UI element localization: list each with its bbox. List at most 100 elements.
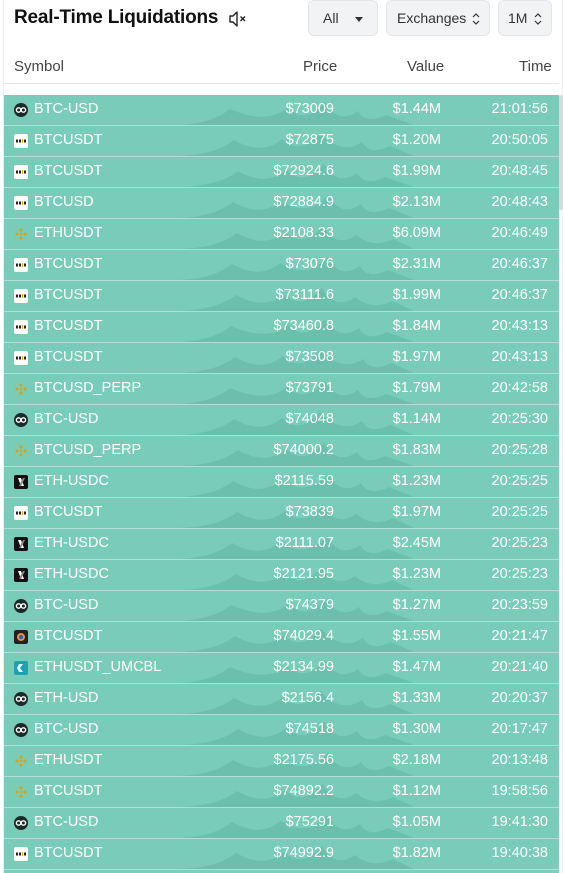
table-row[interactable]: BTCUSD_PERP $73791 $1.79M 20:42:58 bbox=[4, 374, 559, 405]
table-row[interactable]: BTC-USD $75291 $1.05M 19:41:30 bbox=[4, 808, 559, 839]
row-symbol: BTCUSD_PERP bbox=[34, 442, 142, 458]
row-time: 20:46:37 bbox=[491, 256, 548, 272]
column-header-symbol[interactable]: Symbol bbox=[14, 58, 64, 80]
binance-icon bbox=[14, 785, 28, 799]
speaker-muted-icon[interactable] bbox=[228, 10, 248, 28]
table-row[interactable]: BTCUSDT $73839 $1.97M 20:25:25 bbox=[4, 498, 559, 529]
row-price: $73508 bbox=[285, 349, 334, 365]
row-value: $1.27M bbox=[392, 597, 441, 613]
table-row[interactable]: BTCUSDT $73508 $1.97M 20:43:13 bbox=[4, 343, 559, 374]
bybit-icon bbox=[14, 196, 28, 210]
row-value: $1.05M bbox=[392, 814, 441, 830]
row-time: 20:48:43 bbox=[491, 194, 548, 210]
row-symbol: ETH-USDC bbox=[34, 473, 109, 489]
row-symbol: ETHUSDT bbox=[34, 225, 103, 241]
gate-icon bbox=[14, 630, 28, 644]
okx-icon bbox=[14, 692, 28, 706]
row-time: 20:43:13 bbox=[491, 318, 548, 334]
row-value: $1.55M bbox=[392, 628, 441, 644]
caret-down-icon bbox=[355, 17, 363, 22]
row-time: 20:25:23 bbox=[491, 535, 548, 551]
row-time: 20:25:25 bbox=[491, 473, 548, 489]
row-time: 20:25:25 bbox=[491, 504, 548, 520]
table-row[interactable]: BTCUSD $72884.9 $2.13M 20:48:43 bbox=[4, 188, 559, 219]
bybit-icon bbox=[14, 289, 28, 303]
row-value: $1.20M bbox=[392, 132, 441, 148]
table-row[interactable]: BTC-USD $74379 $1.27M 20:23:59 bbox=[4, 591, 559, 622]
row-symbol: ETH-USDC bbox=[34, 566, 109, 582]
column-header-value[interactable]: Value bbox=[407, 58, 444, 80]
table-row[interactable]: BTCUSDT $72924.6 $1.99M 20:48:45 bbox=[4, 157, 559, 188]
bybit-icon bbox=[14, 847, 28, 861]
table-row[interactable]: BTCUSDT $74992.9 $1.82M 19:40:38 bbox=[4, 839, 559, 870]
row-time: 20:42:58 bbox=[491, 380, 548, 396]
timeframe-label: 1M bbox=[508, 10, 528, 26]
row-value: $1.12M bbox=[392, 783, 441, 799]
row-value: $1.23M bbox=[392, 566, 441, 582]
row-value: $1.84M bbox=[392, 318, 441, 334]
table-row[interactable]: BTCUSDT $73111.6 $1.99M 20:46:37 bbox=[4, 281, 559, 312]
binance-icon bbox=[14, 444, 28, 458]
table-row[interactable]: BTCUSD_PERP $74000.2 $1.83M 20:25:28 bbox=[4, 436, 559, 467]
table-row[interactable]: BTC-USD $74518 $1.30M 20:17:47 bbox=[4, 715, 559, 746]
table-row[interactable]: ETHUSDT_UMCBL $2134.99 $1.47M 20:21:40 bbox=[4, 653, 559, 684]
table-row[interactable]: ETH-USDC $2111.07 $2.45M 20:25:23 bbox=[4, 529, 559, 560]
table-row[interactable]: ETH-USDC $2121.95 $1.23M 20:25:23 bbox=[4, 560, 559, 591]
table-row[interactable]: BTCUSDT $74892.2 $1.12M 19:58:56 bbox=[4, 777, 559, 808]
table-row[interactable]: ETHUSDT $2175.56 $2.18M 20:13:48 bbox=[4, 746, 559, 777]
row-price: $75291 bbox=[285, 814, 334, 830]
column-header-price[interactable]: Price bbox=[303, 58, 337, 80]
row-time: 21:01:56 bbox=[491, 101, 548, 117]
okx-icon bbox=[14, 599, 28, 613]
row-symbol: BTCUSDT bbox=[34, 845, 103, 861]
row-value: $1.44M bbox=[392, 101, 441, 117]
row-symbol: BTCUSDT bbox=[34, 628, 103, 644]
row-value: $2.45M bbox=[392, 535, 441, 551]
table-row[interactable]: ETH-USD $2156.4 $1.33M 20:20:37 bbox=[4, 684, 559, 715]
row-time: 20:21:47 bbox=[491, 628, 548, 644]
column-header-time[interactable]: Time bbox=[519, 58, 552, 80]
header-divider bbox=[4, 83, 559, 84]
row-value: $1.23M bbox=[392, 473, 441, 489]
okx-icon bbox=[14, 413, 28, 427]
bybit-icon bbox=[14, 165, 28, 179]
table-row[interactable]: BTCUSDT $74029.4 $1.55M 20:21:47 bbox=[4, 622, 559, 653]
row-price: $73791 bbox=[285, 380, 334, 396]
row-value: $2.31M bbox=[392, 256, 441, 272]
table-row[interactable]: BTC-USD $73009 $1.44M 21:01:56 bbox=[4, 95, 559, 126]
table-row[interactable]: BTC-USD $74048 $1.14M 20:25:30 bbox=[4, 405, 559, 436]
row-price: $2115.59 bbox=[274, 473, 334, 489]
timeframe-dropdown[interactable]: 1M bbox=[498, 0, 552, 36]
liquidations-table: BTC-USD $73009 $1.44M 21:01:56 BTCUSDT $72875… bbox=[4, 95, 559, 873]
row-price: $72924.6 bbox=[273, 163, 334, 179]
row-symbol: BTCUSD bbox=[34, 194, 94, 210]
row-price: $2156.4 bbox=[281, 690, 334, 706]
dydx-icon bbox=[14, 568, 28, 582]
table-row[interactable]: BTCUSDT $72875 $1.20M 20:50:05 bbox=[4, 126, 559, 157]
row-price: $72875 bbox=[285, 132, 334, 148]
dydx-icon bbox=[14, 537, 28, 551]
exchanges-dropdown[interactable]: Exchanges bbox=[386, 0, 490, 36]
row-time: 20:43:13 bbox=[491, 349, 548, 365]
row-symbol: BTC-USD bbox=[34, 411, 99, 427]
row-symbol: BTCUSDT bbox=[34, 783, 103, 799]
filter-all-dropdown[interactable]: All bbox=[308, 0, 378, 36]
binance-icon bbox=[14, 382, 28, 396]
table-row[interactable]: ETHUSDT $2108.33 $6.09M 20:46:49 bbox=[4, 219, 559, 250]
row-time: 20:20:37 bbox=[491, 690, 548, 706]
row-value: $1.47M bbox=[392, 659, 441, 675]
row-time: 20:46:37 bbox=[491, 287, 548, 303]
row-symbol: BTCUSDT bbox=[34, 132, 103, 148]
row-value: $1.99M bbox=[392, 287, 441, 303]
up-down-chevron-icon bbox=[472, 13, 480, 25]
table-row[interactable]: BTCUSDT $73460.8 $1.84M 20:43:13 bbox=[4, 312, 559, 343]
dydx-icon bbox=[14, 475, 28, 489]
row-price: $74379 bbox=[285, 597, 334, 613]
row-time: 20:25:28 bbox=[491, 442, 548, 458]
scrollbar[interactable] bbox=[559, 95, 563, 210]
row-value: $1.14M bbox=[392, 411, 441, 427]
table-row[interactable]: BTCUSDT $73076 $2.31M 20:46:37 bbox=[4, 250, 559, 281]
table-row[interactable]: ETH-USDC $2115.59 $1.23M 20:25:25 bbox=[4, 467, 559, 498]
row-time: 20:17:47 bbox=[491, 721, 548, 737]
row-symbol: BTCUSDT bbox=[34, 287, 103, 303]
